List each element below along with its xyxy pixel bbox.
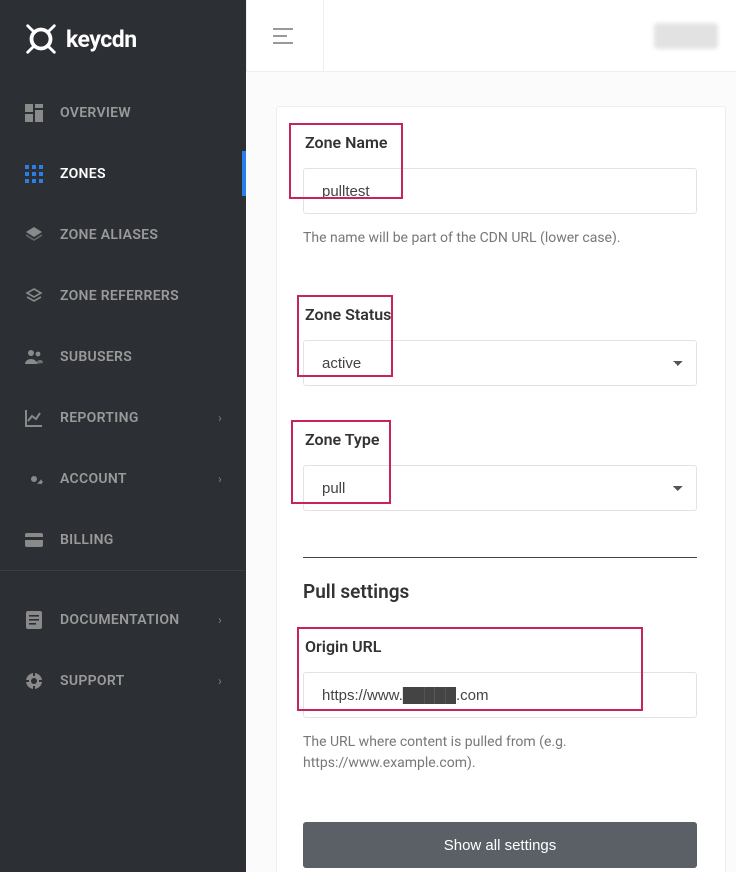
zone-name-input[interactable]: [303, 168, 697, 214]
layers-icon: [24, 225, 44, 245]
show-all-settings-button[interactable]: Show all settings: [303, 822, 697, 868]
nav-label: ACCOUNT: [60, 471, 127, 487]
sidebar-item-zone-aliases[interactable]: ZONE ALIASES: [0, 204, 246, 265]
zone-name-label: Zone Name: [303, 129, 697, 156]
card-icon: [24, 530, 44, 550]
sidebar-item-support[interactable]: SUPPORT ›: [0, 650, 246, 711]
content: Zone Name The name will be part of the C…: [246, 72, 736, 872]
nav-label: ZONES: [60, 166, 106, 182]
zone-status-label: Zone Status: [303, 301, 697, 328]
field-origin-url: Origin URL The URL where content is pull…: [303, 633, 697, 774]
logo[interactable]: keycdn: [0, 0, 246, 82]
sidebar: keycdn OVERVIEW ZONES ZONE ALIASES ZONE …: [0, 0, 246, 872]
sidebar-item-zones[interactable]: ZONES: [0, 143, 246, 204]
nav-label: SUBUSERS: [60, 349, 132, 365]
divider: [303, 557, 697, 558]
logo-icon: [22, 20, 60, 58]
gear-icon: [24, 469, 44, 489]
chevron-right-icon: ›: [218, 411, 222, 425]
origin-url-input[interactable]: [303, 672, 697, 718]
divider: [323, 0, 324, 72]
support-icon: [24, 671, 44, 691]
nav-label: ZONE ALIASES: [60, 227, 158, 243]
primary-nav: OVERVIEW ZONES ZONE ALIASES ZONE REFERRE…: [0, 82, 246, 571]
nav-label: SUPPORT: [60, 673, 125, 689]
layers-outline-icon: [24, 286, 44, 306]
field-zone-name: Zone Name The name will be part of the C…: [303, 129, 697, 249]
document-icon: [24, 610, 44, 630]
sidebar-item-billing[interactable]: BILLING: [0, 509, 246, 570]
users-icon: [24, 347, 44, 367]
origin-url-label: Origin URL: [303, 633, 697, 660]
grid-icon: [24, 164, 44, 184]
zone-type-label: Zone Type: [303, 426, 697, 453]
topbar: [246, 0, 736, 72]
origin-url-help: The URL where content is pulled from (e.…: [303, 732, 697, 774]
nav-label: REPORTING: [60, 410, 139, 426]
main: Zone Name The name will be part of the C…: [246, 0, 736, 872]
menu-toggle-icon[interactable]: [273, 28, 293, 44]
nav-label: ZONE REFERRERS: [60, 288, 179, 304]
secondary-nav: DOCUMENTATION › SUPPORT ›: [0, 571, 246, 711]
sidebar-item-reporting[interactable]: REPORTING ›: [0, 387, 246, 448]
nav-label: BILLING: [60, 532, 114, 548]
logo-text: keycdn: [66, 26, 137, 53]
sidebar-item-account[interactable]: ACCOUNT ›: [0, 448, 246, 509]
dashboard-icon: [24, 103, 44, 123]
nav-label: DOCUMENTATION: [60, 612, 179, 628]
zone-type-select[interactable]: pull: [303, 465, 697, 511]
zone-status-select[interactable]: active: [303, 340, 697, 386]
sidebar-item-documentation[interactable]: DOCUMENTATION ›: [0, 589, 246, 650]
sidebar-item-overview[interactable]: OVERVIEW: [0, 82, 246, 143]
zone-form-panel: Zone Name The name will be part of the C…: [276, 106, 726, 872]
user-menu[interactable]: [654, 23, 718, 49]
sidebar-item-subusers[interactable]: SUBUSERS: [0, 326, 246, 387]
field-zone-type: Zone Type pull: [303, 426, 697, 511]
field-zone-status: Zone Status active: [303, 301, 697, 386]
sidebar-item-zone-referrers[interactable]: ZONE REFERRERS: [0, 265, 246, 326]
pull-settings-heading: Pull settings: [303, 580, 697, 603]
chevron-right-icon: ›: [218, 613, 222, 627]
chart-icon: [24, 408, 44, 428]
chevron-right-icon: ›: [218, 674, 222, 688]
nav-label: OVERVIEW: [60, 105, 131, 121]
chevron-right-icon: ›: [218, 472, 222, 486]
zone-name-help: The name will be part of the CDN URL (lo…: [303, 228, 697, 249]
